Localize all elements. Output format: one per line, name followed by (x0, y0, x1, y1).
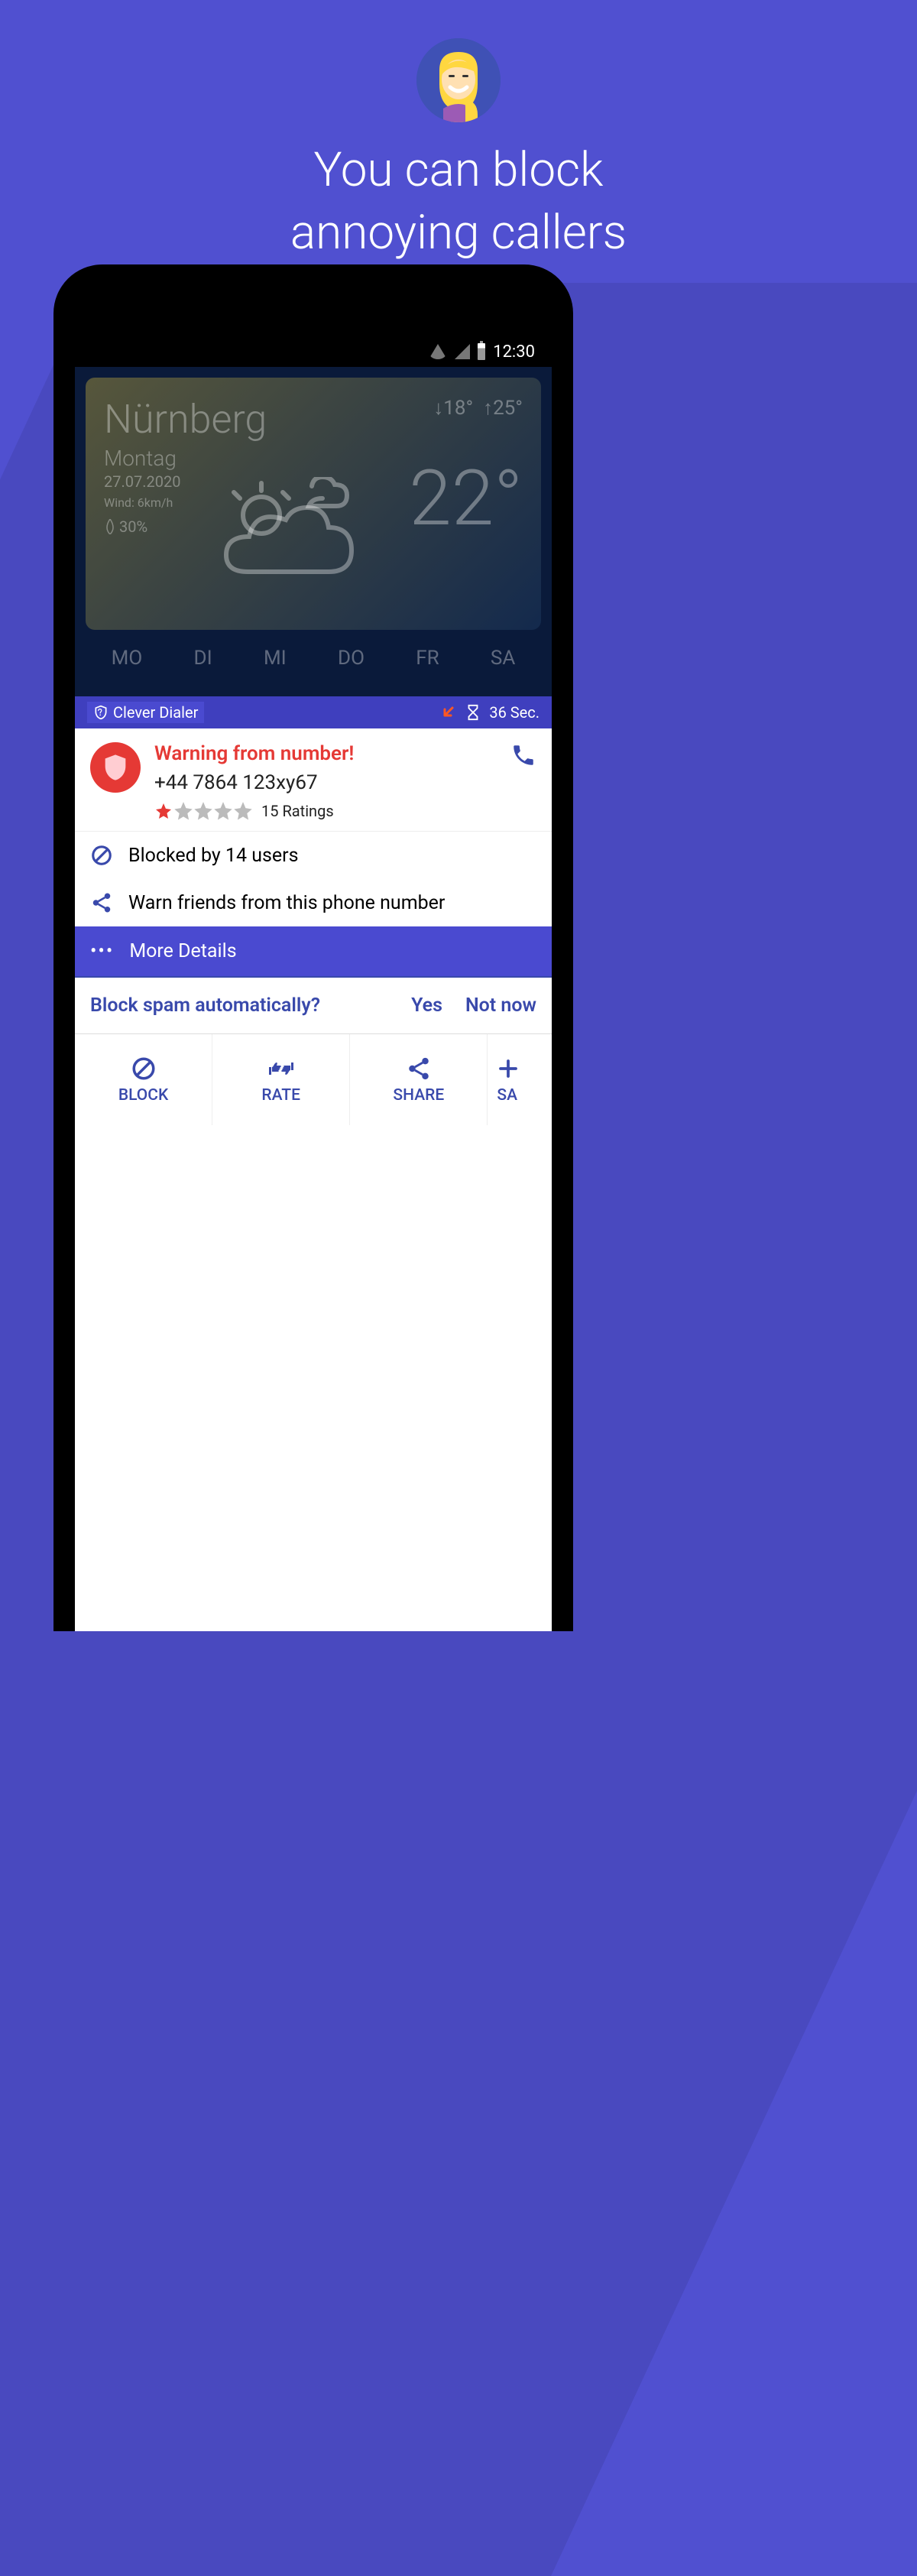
call-timer: 36 Sec. (489, 703, 540, 722)
phone-frame: 12:30 Nürnberg Montag 27.07.2020 Wind: 6… (53, 264, 573, 1631)
forecast-day: SA (491, 647, 515, 670)
signal-icon (455, 344, 470, 359)
hourglass-icon (465, 704, 481, 721)
dialer-overlay: Clever Dialer 36 Sec. Warning from numbe… (75, 696, 552, 1631)
more-details-label: More Details (129, 940, 236, 962)
rating-stars: 15 Ratings (154, 802, 497, 820)
forecast-day: DI (194, 647, 212, 670)
share-icon (90, 891, 113, 914)
auto-notnow-button[interactable]: Not now (465, 994, 536, 1017)
action-bar: BLOCK RATE SHARE SA (75, 1033, 552, 1125)
star-icon (194, 802, 212, 820)
blocked-row[interactable]: Blocked by 14 users (75, 832, 552, 879)
cloud-sun-icon (208, 477, 361, 592)
blocked-text: Blocked by 14 users (128, 845, 299, 867)
block-icon (90, 844, 113, 867)
hero-line1: You can block (314, 142, 604, 198)
save-button[interactable]: SA (488, 1034, 552, 1125)
star-icon (234, 802, 252, 820)
forecast-row: MO DI MI DO FR SA (75, 641, 552, 680)
shield-icon (93, 705, 109, 720)
block-button[interactable]: BLOCK (75, 1034, 212, 1125)
star-icon (174, 802, 193, 820)
status-time: 12:30 (493, 342, 535, 362)
battery-icon (478, 343, 485, 360)
forecast-day: DO (338, 647, 365, 670)
forecast-day: MI (264, 647, 287, 670)
hero-line2: annoying callers (290, 205, 627, 261)
block-icon (131, 1056, 157, 1082)
forecast-day: MO (112, 647, 143, 670)
weather-lowhigh: ↓18° ↑25° (433, 396, 523, 420)
more-details-row[interactable]: ••• More Details (75, 926, 552, 976)
thumbs-icon (266, 1056, 296, 1082)
warn-friends-text: Warn friends from this phone number (128, 892, 445, 914)
drop-icon (104, 519, 116, 534)
warn-friends-row[interactable]: Warn friends from this phone number (75, 879, 552, 926)
ratings-count: 15 Ratings (261, 802, 334, 820)
dots-icon: ••• (90, 940, 114, 962)
arrow-down-left-icon (439, 703, 457, 722)
forecast-day: FR (416, 647, 439, 670)
brand-label: Clever Dialer (113, 703, 198, 722)
shield-warning-icon (90, 742, 141, 793)
warning-title: Warning from number! (154, 742, 497, 765)
plus-icon (497, 1056, 520, 1082)
auto-yes-button[interactable]: Yes (411, 994, 442, 1017)
auto-block-row: Block spam automatically? Yes Not now (75, 976, 552, 1033)
star-icon (154, 802, 173, 820)
share-button[interactable]: SHARE (350, 1034, 488, 1125)
rate-button[interactable]: RATE (212, 1034, 350, 1125)
hero-avatar (416, 38, 501, 122)
status-bar: 12:30 (75, 336, 552, 367)
share-icon (406, 1056, 432, 1082)
auto-block-question: Block spam automatically? (90, 994, 388, 1017)
phone-icon[interactable] (510, 742, 536, 768)
phone-number: +44 7864 123xy67 (154, 771, 497, 794)
warning-card: Warning from number! +44 7864 123xy67 15… (75, 728, 552, 832)
hero-title: You can block annoying callers (0, 139, 917, 264)
weather-card: Nürnberg Montag 27.07.2020 Wind: 6km/h 3… (86, 378, 541, 630)
dialer-header: Clever Dialer 36 Sec. (75, 696, 552, 728)
star-icon (214, 802, 232, 820)
phone-screen: 12:30 Nürnberg Montag 27.07.2020 Wind: 6… (75, 336, 552, 1631)
brand: Clever Dialer (87, 702, 204, 723)
weather-current-temp: 22° (409, 454, 523, 543)
wifi-icon (429, 344, 447, 359)
